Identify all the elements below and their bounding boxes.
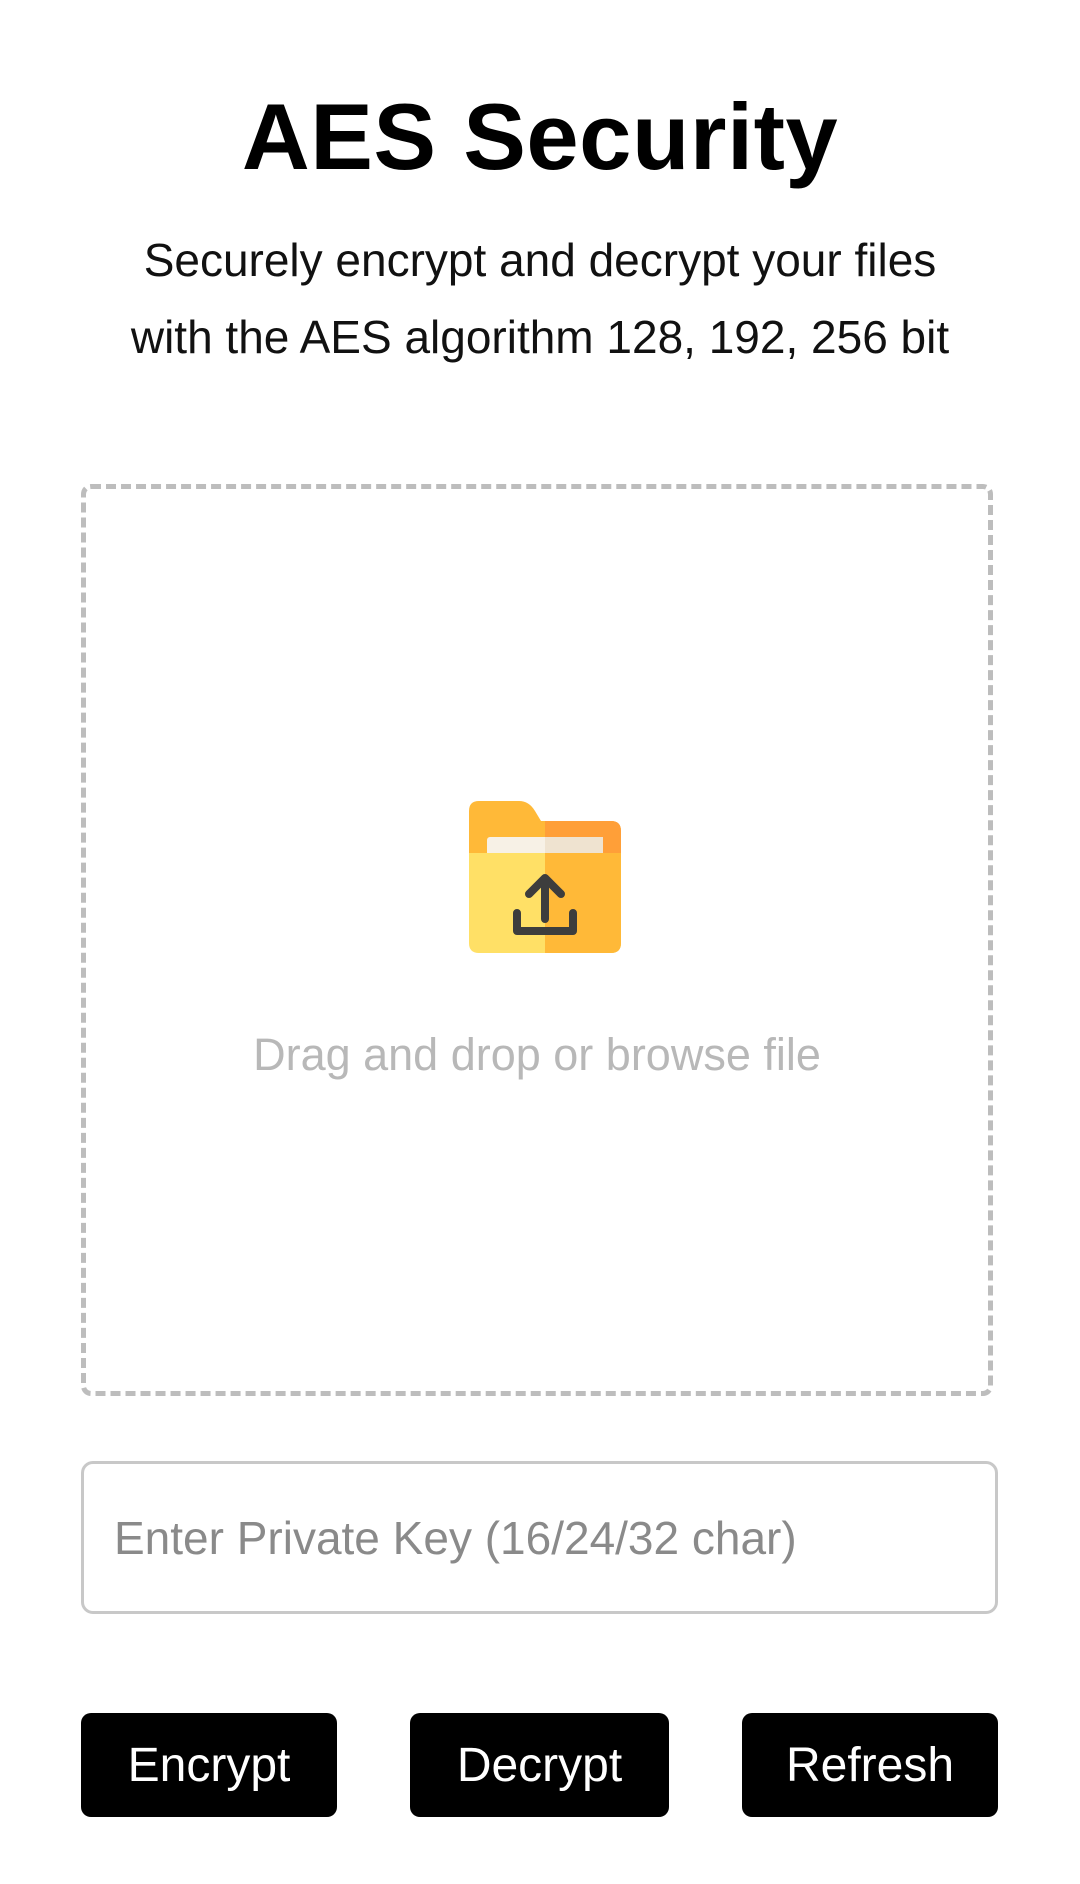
decrypt-button[interactable]: Decrypt xyxy=(410,1713,669,1817)
subtitle-line-1: Securely encrypt and decrypt your files xyxy=(143,234,937,286)
encrypt-button[interactable]: Encrypt xyxy=(81,1713,337,1817)
subtitle-line-2: with the AES algorithm 128, 192, 256 bit xyxy=(130,311,950,363)
private-key-input[interactable] xyxy=(81,1461,998,1614)
refresh-button[interactable]: Refresh xyxy=(742,1713,998,1817)
dropzone-label: Drag and drop or browse file xyxy=(253,1029,821,1080)
folder-upload-icon xyxy=(469,801,621,953)
file-dropzone[interactable]: Drag and drop or browse file xyxy=(81,484,993,1396)
page-title: AES Security xyxy=(241,84,839,189)
page-subtitle: Securely encrypt and decrypt your files … xyxy=(0,222,1080,376)
